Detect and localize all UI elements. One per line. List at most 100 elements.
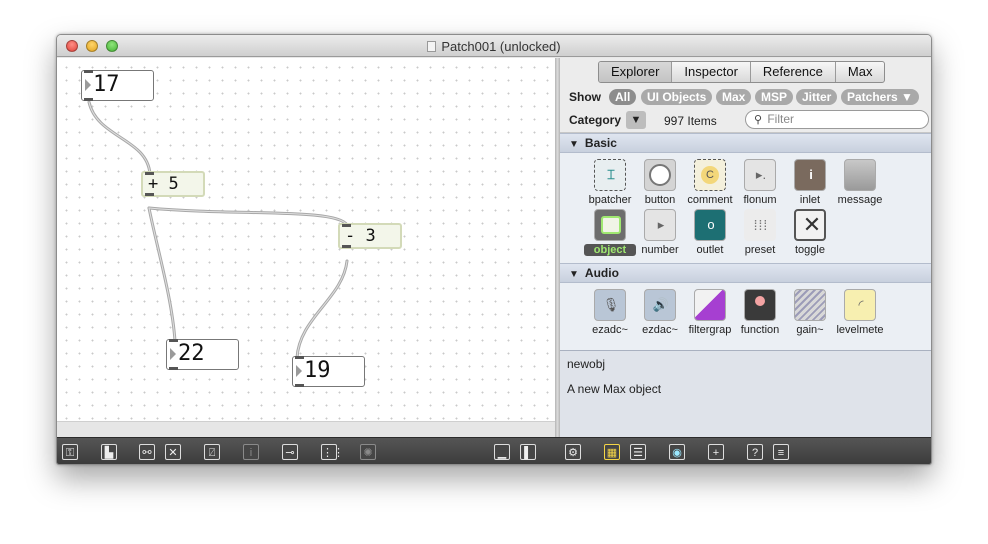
outlet[interactable] xyxy=(295,384,304,387)
number-triangle-icon xyxy=(296,365,302,377)
filter-msp[interactable]: MSP xyxy=(755,89,794,105)
palette-filtergraph[interactable]: filtergrap xyxy=(684,289,736,336)
tab-reference[interactable]: Reference xyxy=(751,62,836,82)
number-triangle-icon xyxy=(170,348,176,360)
object-icon xyxy=(594,209,626,241)
palette-message[interactable]: message xyxy=(834,159,886,206)
connect-icon[interactable]: ⊸ xyxy=(282,444,298,460)
section-audio[interactable]: ▼ Audio xyxy=(560,263,931,283)
palette-comment[interactable]: C comment xyxy=(684,159,736,206)
patcher-window: Patch001 (unlocked) 17 + 5 - 3 22 19 Exp… xyxy=(56,34,932,465)
window-title: Patch001 (unlocked) xyxy=(57,39,931,54)
palette-function[interactable]: function xyxy=(734,289,786,336)
inlet[interactable] xyxy=(169,339,178,342)
document-icon xyxy=(427,41,437,52)
bottom-toolbar: ⚿ ▙ ⚯ ✕ ⍁ i ⊸ ⋮⋮ ✺ ▁ ▌ ⚙ ▦ ☰ ◉ + ? ≡ xyxy=(57,437,931,464)
category-row: Category ▼ 997 Items ⚲ Filter xyxy=(560,108,931,133)
outlet-icon: o xyxy=(694,209,726,241)
show-label: Show xyxy=(569,90,601,104)
button-icon xyxy=(644,159,676,191)
filter-jitter[interactable]: Jitter xyxy=(796,89,838,105)
layout-bottom-icon[interactable]: ▁ xyxy=(494,444,510,460)
patcher-canvas[interactable]: 17 + 5 - 3 22 19 xyxy=(57,58,555,421)
category-dropdown[interactable]: ▼ xyxy=(626,111,646,129)
info-icon[interactable]: i xyxy=(243,444,259,460)
category-label: Category xyxy=(569,113,622,127)
object-box-minus-3[interactable]: - 3 xyxy=(338,223,402,249)
filter-max[interactable]: Max xyxy=(716,89,752,105)
number-box-17[interactable]: 17 xyxy=(81,70,154,101)
outlet[interactable] xyxy=(169,367,178,370)
palette-object[interactable]: object xyxy=(584,209,636,256)
outlet[interactable] xyxy=(145,193,154,196)
grid-view-icon[interactable]: ▦ xyxy=(604,444,620,460)
palette-bpatcher[interactable]: ⌶ bpatcher xyxy=(584,159,636,206)
palette-ezdac[interactable]: 🔊 ezdac~ xyxy=(634,289,686,336)
palette-outlet[interactable]: o outlet xyxy=(684,209,736,256)
tab-inspector[interactable]: Inspector xyxy=(672,62,751,82)
levelmeter-icon: ◜ xyxy=(844,289,876,321)
number-box-22[interactable]: 22 xyxy=(166,339,239,370)
microphone-icon: 🎙 xyxy=(594,289,626,321)
palette-gain[interactable]: gain~ xyxy=(784,289,836,336)
outlet[interactable] xyxy=(84,98,93,101)
filter-ui-objects[interactable]: UI Objects xyxy=(641,89,713,105)
palette-flonum[interactable]: ▸. flonum xyxy=(734,159,786,206)
palette-toggle[interactable]: ✕ toggle xyxy=(784,209,836,256)
filter-patchers[interactable]: Patchers ▼ xyxy=(841,89,919,105)
outlet[interactable] xyxy=(342,245,351,248)
flonum-icon: ▸. xyxy=(744,159,776,191)
eye-icon[interactable]: ◉ xyxy=(669,444,685,460)
palette-button[interactable]: button xyxy=(634,159,686,206)
inlet-icon: i xyxy=(794,159,826,191)
inlet[interactable] xyxy=(84,70,93,73)
title-bar[interactable]: Patch001 (unlocked) xyxy=(57,35,931,57)
palette-ezadc[interactable]: 🎙 ezadc~ xyxy=(584,289,636,336)
palette-inlet[interactable]: i inlet xyxy=(784,159,836,206)
number-box-19[interactable]: 19 xyxy=(292,356,365,387)
binoculars-icon[interactable]: ⚯ xyxy=(139,444,155,460)
debug-icon[interactable]: ✺ xyxy=(360,444,376,460)
easel-icon[interactable]: ⍁ xyxy=(204,444,220,460)
inlet[interactable] xyxy=(342,224,351,227)
basic-grid: ⌶ bpatcher button C comment ▸. flonum i … xyxy=(560,153,931,263)
filter-all[interactable]: All xyxy=(609,89,637,105)
palette-preset[interactable]: ⁞⁞⁞ preset xyxy=(734,209,786,256)
bpatcher-icon: ⌶ xyxy=(594,159,626,191)
function-icon xyxy=(744,289,776,321)
gear-icon[interactable]: ⚙ xyxy=(565,444,581,460)
disclosure-triangle-icon: ▼ xyxy=(569,139,579,150)
sidebar-tabs: Explorer Inspector Reference Max xyxy=(598,61,886,83)
filter-search-input[interactable]: ⚲ Filter xyxy=(745,110,929,129)
object-description: newobj A new Max object xyxy=(560,350,931,437)
search-icon: ⚲ xyxy=(754,114,763,126)
inlet[interactable] xyxy=(295,356,304,359)
lock-icon[interactable]: ⚿ xyxy=(62,444,78,460)
list-view-icon[interactable]: ☰ xyxy=(630,444,646,460)
show-filter-row: Show All UI Objects Max MSP Jitter Patch… xyxy=(560,86,931,108)
palette-levelmeter[interactable]: ◜ levelmete xyxy=(834,289,886,336)
grid-icon[interactable]: ⋮⋮ xyxy=(321,444,344,460)
palette-number[interactable]: ▸ number xyxy=(634,209,686,256)
tab-explorer[interactable]: Explorer xyxy=(599,62,673,82)
item-count: 997 Items xyxy=(664,114,717,128)
cord-plus-to-minus[interactable] xyxy=(147,206,349,227)
comment-icon: C xyxy=(694,159,726,191)
menu-icon[interactable]: ≡ xyxy=(773,444,789,460)
cord-17-to-plus[interactable] xyxy=(87,100,152,176)
inlet[interactable] xyxy=(145,172,154,175)
tab-max[interactable]: Max xyxy=(836,62,885,82)
help-icon[interactable]: ? xyxy=(747,444,763,460)
disclosure-triangle-icon: ▼ xyxy=(569,269,579,280)
plus-icon[interactable]: + xyxy=(708,444,724,460)
number-triangle-icon xyxy=(85,79,91,91)
speaker-icon: 🔊 xyxy=(644,289,676,321)
clear-icon[interactable]: ✕ xyxy=(165,444,181,460)
section-basic[interactable]: ▼ Basic xyxy=(560,133,931,153)
message-icon xyxy=(844,159,876,191)
layout-split-icon[interactable]: ▌ xyxy=(520,444,536,460)
horizontal-scrollbar[interactable] xyxy=(57,421,555,437)
cord-minus-to-19[interactable] xyxy=(295,259,349,360)
presentation-icon[interactable]: ▙ xyxy=(101,444,117,460)
object-box-plus-5[interactable]: + 5 xyxy=(141,171,205,197)
